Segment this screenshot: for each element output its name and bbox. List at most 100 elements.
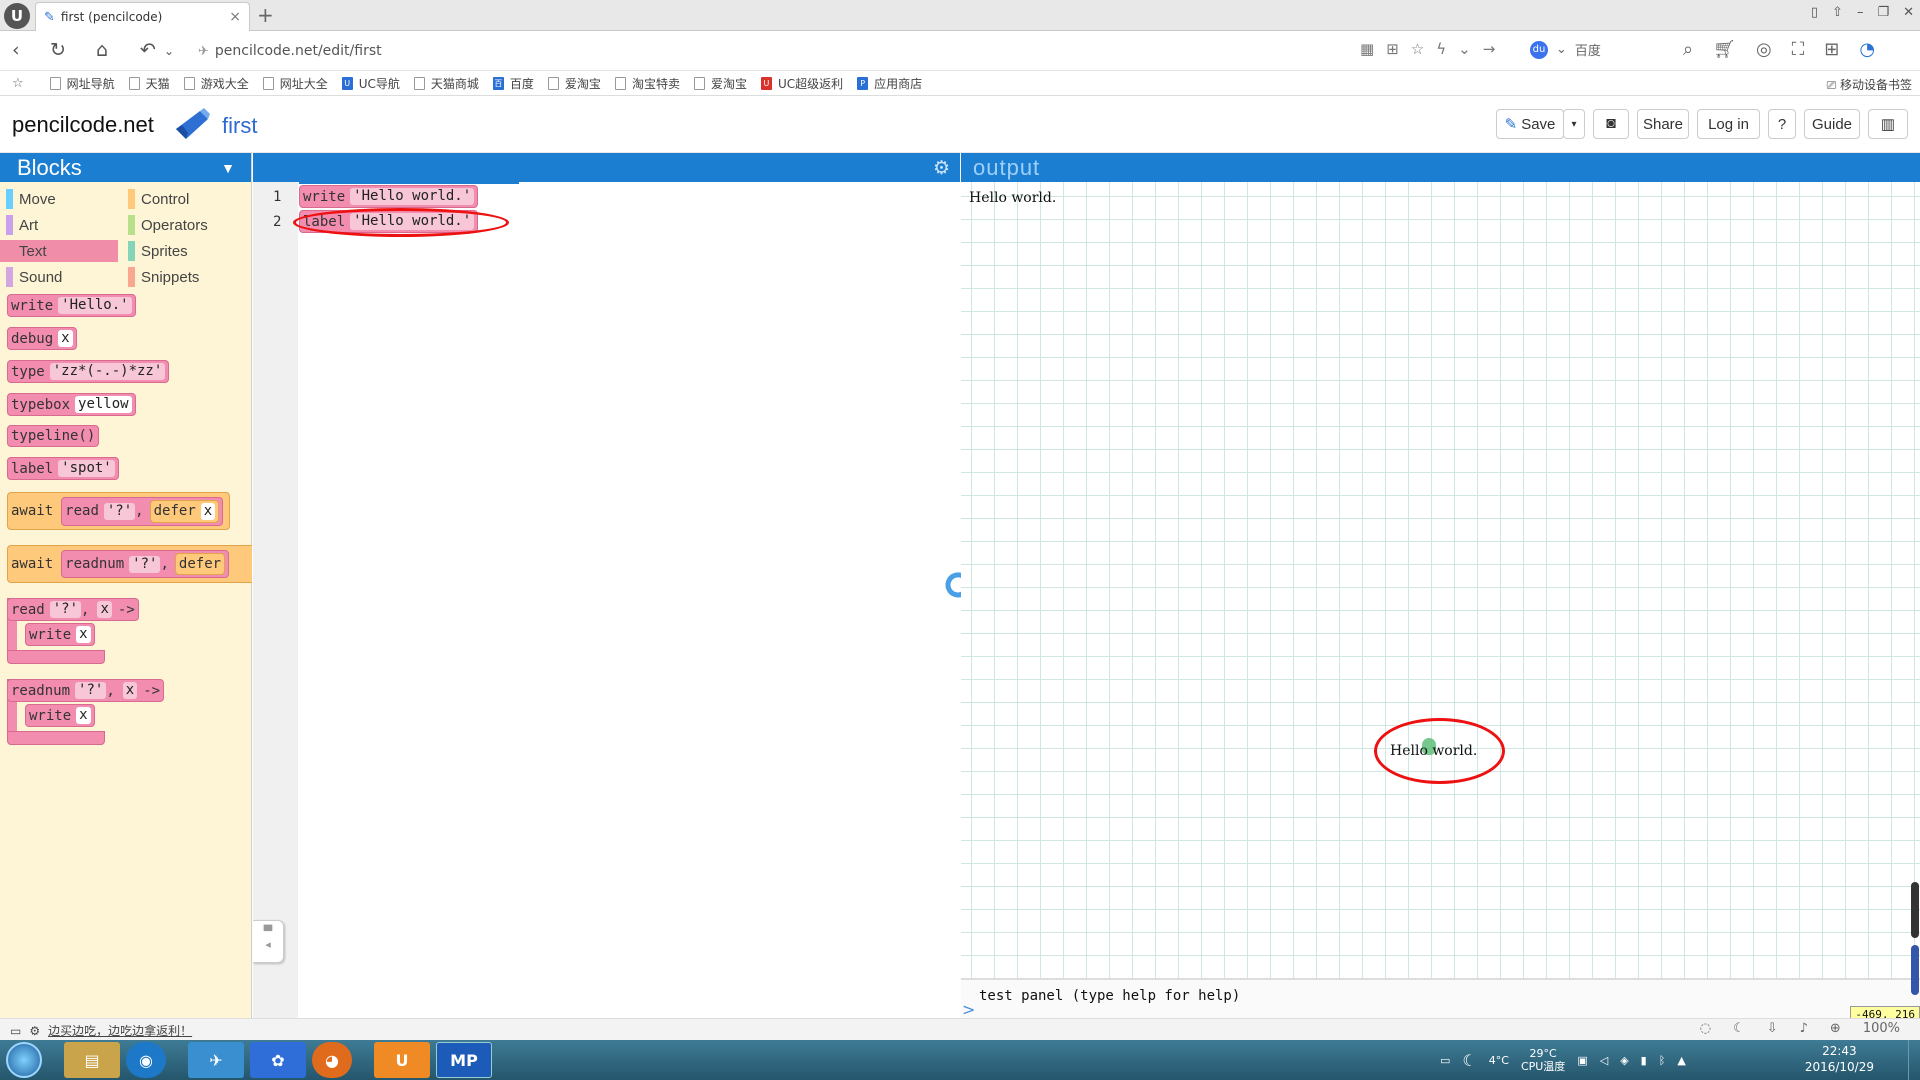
- wifi-icon[interactable]: ◎: [1756, 39, 1772, 60]
- block-read-callback[interactable]: read '?', x ->: [7, 598, 139, 621]
- login-button[interactable]: Log in: [1697, 109, 1760, 139]
- block-defer[interactable]: defer x: [149, 499, 220, 523]
- volume-icon[interactable]: ♪: [1800, 1021, 1808, 1036]
- file-explorer-icon[interactable]: ▤: [64, 1042, 120, 1078]
- reload-icon[interactable]: ↻: [50, 39, 66, 61]
- bookmark-item[interactable]: 爱淘宝: [547, 75, 601, 92]
- translate-icon[interactable]: ⊞: [1386, 40, 1399, 58]
- uc-browser-logo[interactable]: U: [4, 3, 30, 29]
- block-debug[interactable]: debug x: [7, 327, 77, 350]
- security-icon[interactable]: ◈: [1620, 1054, 1628, 1067]
- test-panel[interactable]: test panel (type help for help) >: [961, 978, 1920, 1019]
- block-param[interactable]: x: [97, 601, 112, 618]
- sidebar-toggle-icon[interactable]: ▯: [1811, 5, 1818, 20]
- category-art[interactable]: Art: [0, 214, 118, 236]
- zoom-icon[interactable]: ⊕: [1830, 1021, 1841, 1036]
- layout-toggle-button[interactable]: ▥: [1868, 109, 1908, 139]
- block-arg[interactable]: 'Hello.': [58, 297, 132, 314]
- category-text[interactable]: Text: [0, 240, 118, 262]
- new-tab-button[interactable]: +: [257, 3, 274, 27]
- save-options-dropdown[interactable]: ▾: [1563, 109, 1585, 139]
- block-arg[interactable]: x: [76, 626, 91, 643]
- bookmark-item[interactable]: P 应用商店: [857, 75, 922, 92]
- palette-header[interactable]: Blocks ▼: [0, 153, 251, 182]
- restore-icon[interactable]: ❐: [1877, 5, 1889, 20]
- tab-close-icon[interactable]: ×: [229, 9, 241, 25]
- block-arg[interactable]: '?': [129, 555, 161, 573]
- bookmark-item[interactable]: U UC导航: [341, 75, 400, 92]
- block-arg[interactable]: x: [76, 707, 91, 724]
- guide-button[interactable]: Guide: [1804, 109, 1860, 139]
- category-operators[interactable]: Operators: [122, 214, 240, 236]
- speaker-icon[interactable]: ◁: [1600, 1054, 1608, 1067]
- scrollbar-thumb[interactable]: [1911, 945, 1919, 995]
- block-arg[interactable]: 'zz*(-.-)*zz': [49, 363, 166, 380]
- qr-code-icon[interactable]: ▦: [1360, 40, 1374, 58]
- block-write-inner[interactable]: write x: [25, 704, 95, 727]
- category-snippets[interactable]: Snippets: [122, 266, 240, 288]
- clock[interactable]: 22:43 2016/10/29: [1805, 1043, 1874, 1075]
- forward-icon[interactable]: →: [1483, 40, 1496, 58]
- mp-app-icon[interactable]: MP: [436, 1042, 492, 1078]
- baidu-app-icon[interactable]: ✿: [250, 1042, 306, 1078]
- sync-icon[interactable]: ◔: [1859, 39, 1875, 60]
- block-readnum[interactable]: readnum '?', defer: [61, 550, 230, 578]
- gear-icon[interactable]: ⚙: [933, 157, 950, 179]
- browser-app-icon[interactable]: ◉: [126, 1042, 166, 1078]
- save-button[interactable]: ✎ Save: [1496, 109, 1564, 139]
- file-name[interactable]: first: [222, 113, 257, 139]
- signal-icon[interactable]: ▲: [1677, 1054, 1685, 1067]
- chat-icon[interactable]: ◌: [1700, 1021, 1711, 1036]
- close-window-icon[interactable]: ✕: [1903, 5, 1914, 20]
- screenshot-button[interactable]: ◙: [1593, 109, 1629, 139]
- skin-icon[interactable]: ⇧: [1832, 5, 1843, 20]
- bookmark-item[interactable]: 天猫商城: [413, 75, 479, 92]
- download-icon[interactable]: ⇩: [1767, 1021, 1778, 1036]
- start-button[interactable]: [6, 1042, 42, 1078]
- block-type[interactable]: type'zz*(-.-)*zz': [7, 360, 170, 383]
- bookmark-item[interactable]: 网址导航: [49, 75, 115, 92]
- night-mode-icon[interactable]: ☾: [1733, 1021, 1745, 1036]
- mail-app-icon[interactable]: ✈: [188, 1042, 244, 1078]
- uc-app-icon[interactable]: U: [374, 1042, 430, 1078]
- status-message[interactable]: 边买边吃，边吃边拿返利！: [48, 1022, 192, 1039]
- code-block-write[interactable]: write 'Hello world.': [299, 185, 479, 208]
- block-write-inner[interactable]: write x: [25, 623, 95, 646]
- palette-collapse-handle[interactable]: ▀ ◂: [253, 920, 284, 963]
- bookmark-item[interactable]: 网址大全: [262, 75, 328, 92]
- battery-icon[interactable]: ▮: [1641, 1054, 1647, 1067]
- keyboard-icon[interactable]: ▭: [1440, 1054, 1450, 1067]
- bookmark-item[interactable]: 爱淘宝: [693, 75, 747, 92]
- monitor-icon[interactable]: ▭: [10, 1024, 21, 1038]
- url-field[interactable]: ✈ pencilcode.net/edit/first: [198, 37, 1378, 65]
- block-await-read[interactable]: await read '?', defer x: [7, 492, 231, 530]
- mobile-bookmarks-link[interactable]: ⎚ 移动设备书签: [1827, 76, 1912, 93]
- network-icon[interactable]: ▣: [1577, 1054, 1587, 1067]
- bookmark-item[interactable]: 淘宝特卖: [614, 75, 680, 92]
- scrollbar-thumb[interactable]: [1911, 882, 1919, 938]
- block-arg[interactable]: x: [200, 502, 216, 520]
- bookmark-star-icon[interactable]: ☆: [1411, 40, 1424, 58]
- bookmark-item[interactable]: 百百度: [492, 75, 534, 92]
- minimize-icon[interactable]: –: [1857, 5, 1864, 20]
- block-arg[interactable]: 'spot': [58, 460, 115, 477]
- block-arg[interactable]: '?': [49, 601, 82, 618]
- block-write[interactable]: write 'Hello.': [7, 294, 136, 317]
- speed-mode-icon[interactable]: ϟ: [1436, 40, 1446, 58]
- show-desktop-button[interactable]: [1908, 1040, 1920, 1080]
- block-await-readnum[interactable]: await readnum '?', defer: [7, 545, 252, 583]
- bookmark-star-icon[interactable]: ☆: [12, 76, 24, 91]
- block-param[interactable]: x: [122, 682, 138, 699]
- block-readnum-callback[interactable]: readnum '?', x ->: [7, 679, 165, 702]
- palette-dropdown-icon[interactable]: ▼: [221, 160, 235, 176]
- search-engine-box[interactable]: du ⌄ 百度: [1530, 40, 1601, 59]
- block-arg[interactable]: 'Hello world.': [350, 188, 475, 205]
- firefox-app-icon[interactable]: ◕: [312, 1042, 352, 1078]
- bookmark-item[interactable]: 游戏大全: [183, 75, 249, 92]
- category-sound[interactable]: Sound: [0, 266, 118, 288]
- zoom-level[interactable]: 100%: [1863, 1021, 1900, 1036]
- bookmark-item[interactable]: U UC超级返利: [760, 75, 843, 92]
- screenshot-icon[interactable]: ⛶: [1792, 39, 1805, 60]
- browser-tab[interactable]: ✎ first (pencilcode) ×: [35, 2, 250, 31]
- home-icon[interactable]: ⌂: [96, 39, 108, 61]
